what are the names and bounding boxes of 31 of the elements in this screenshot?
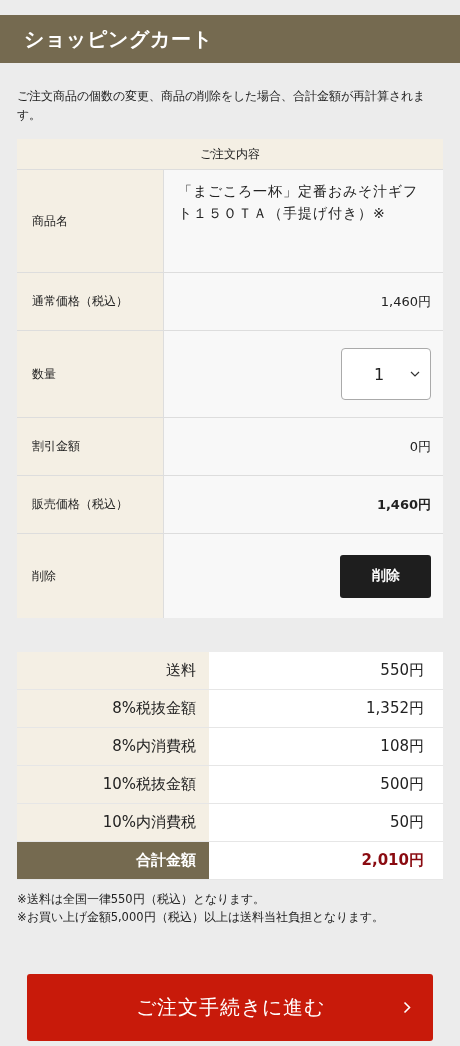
table-label-cell-text: 削除 xyxy=(31,567,57,585)
product-name: 「まごころ一杯」定番おみそ汁ギフト１５０ＴＡ（手提げ付き）※ xyxy=(178,182,419,223)
summary-value-cell: 550円 xyxy=(209,652,443,689)
chevron-right-icon xyxy=(403,1001,411,1014)
summary-value-cell: 1,352円 xyxy=(209,690,443,727)
quantity-select[interactable]: 1 xyxy=(341,348,431,400)
summary-label-cell: 合計金額 xyxy=(17,842,209,879)
summary-value-cell: 50円 xyxy=(209,804,443,841)
table-label-cell-text: 割引金額 xyxy=(31,438,81,455)
table-label-cell-text: 通常価格（税込） xyxy=(31,293,129,310)
summary-label-cell: 送料 xyxy=(17,652,209,689)
summary-label-cell: 8%内消費税 xyxy=(17,728,209,765)
table-label-cell-text: 販売価格（税込） xyxy=(31,496,129,513)
price-value: 0円 xyxy=(409,437,431,456)
summary-label-cell: 8%税抜金額 xyxy=(17,690,209,727)
price-value: 1,460円 xyxy=(380,292,431,311)
summary-value-cell: 2,010円 xyxy=(209,842,443,879)
checkout-button[interactable]: ご注文手続きに進む xyxy=(27,974,433,1041)
summary-value-cell: 500円 xyxy=(209,766,443,803)
table-label-cell-text: 商品名 xyxy=(31,212,69,230)
delete-button[interactable]: 削除 xyxy=(340,554,431,598)
summary-label-cell: 10%内消費税 xyxy=(17,804,209,841)
caret-icon xyxy=(410,371,420,377)
summary-value-cell: 108円 xyxy=(209,728,443,765)
page-title: ショッピングカート xyxy=(0,15,460,63)
note-text: ※送料は全国一律550円（税込）となります。 xyxy=(17,891,266,908)
intro-text: ご注文商品の個数の変更、商品の削除をした場合、合計金額が再計算されます。 xyxy=(17,88,426,124)
table-label-cell-text: 数量 xyxy=(31,365,57,383)
note-text: ※お買い上げ金額5,000円（税込）以上は送料当社負担となります。 xyxy=(17,909,385,926)
summary-label-cell: 10%税抜金額 xyxy=(17,766,209,803)
price-value: 1,460円 xyxy=(376,495,431,514)
